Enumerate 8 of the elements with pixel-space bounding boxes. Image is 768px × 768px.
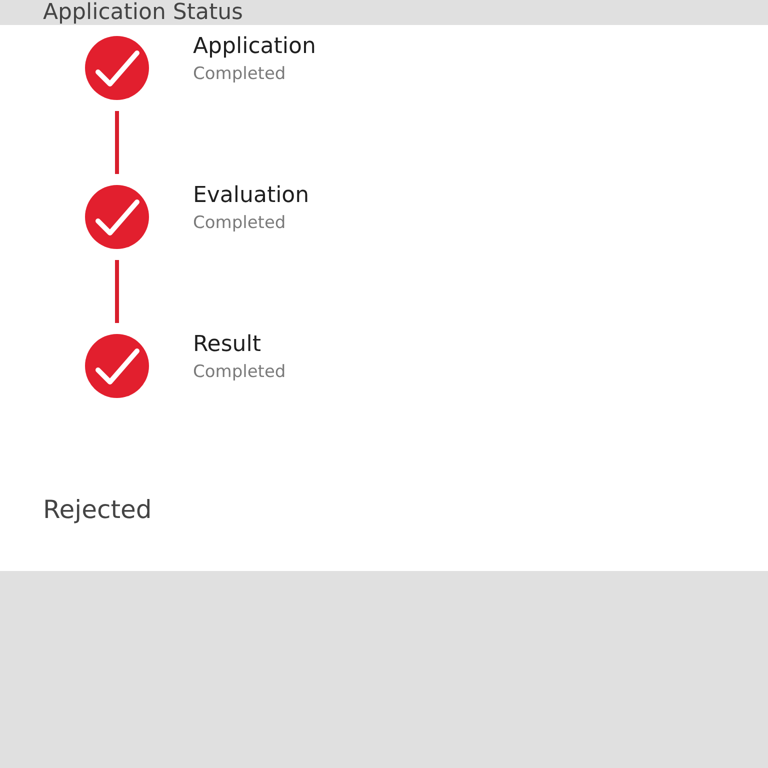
step-title: Application: [193, 34, 316, 59]
step-status: Completed: [193, 361, 286, 383]
section-title: Application Status: [43, 0, 244, 25]
step-title: Evaluation: [193, 183, 310, 208]
result-label: Rejected: [43, 495, 152, 525]
step-status: Completed: [193, 212, 286, 234]
step-status: Completed: [193, 63, 286, 85]
step-title: Result: [193, 332, 261, 357]
